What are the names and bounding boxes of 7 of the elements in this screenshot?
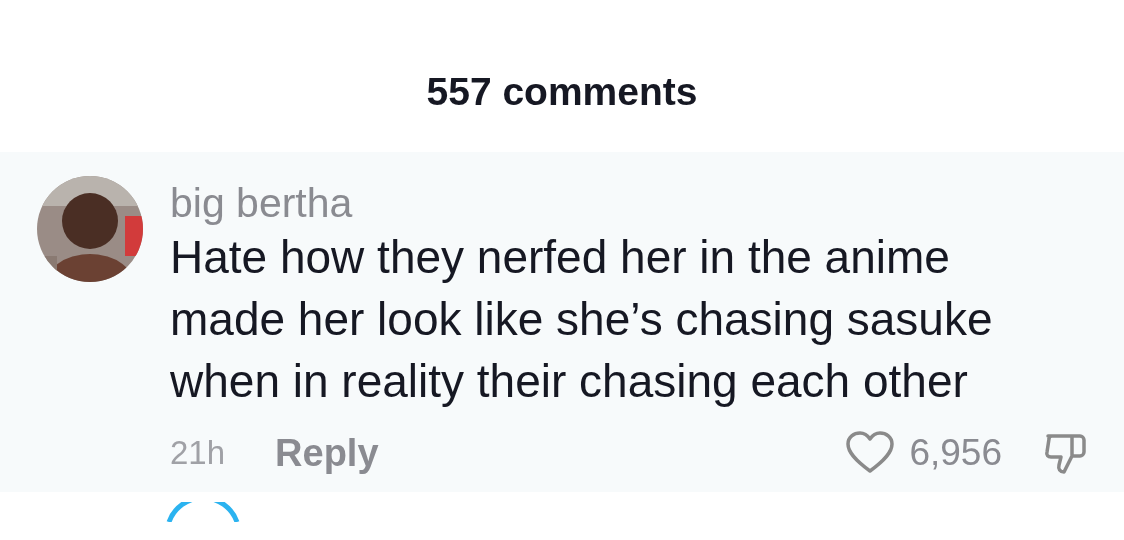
timestamp: 21h <box>170 434 226 472</box>
reply-button[interactable]: Reply <box>275 431 379 475</box>
comments-count: 557 comments <box>426 70 698 114</box>
comment-text: Hate how they nerfed her in the anime made her look like she’s chasing sasuke when in reality their chasing each other <box>170 230 994 409</box>
heart-icon[interactable] <box>845 431 896 475</box>
username[interactable]: big bertha <box>170 180 1094 226</box>
like-count: 6,956 <box>909 432 1002 474</box>
